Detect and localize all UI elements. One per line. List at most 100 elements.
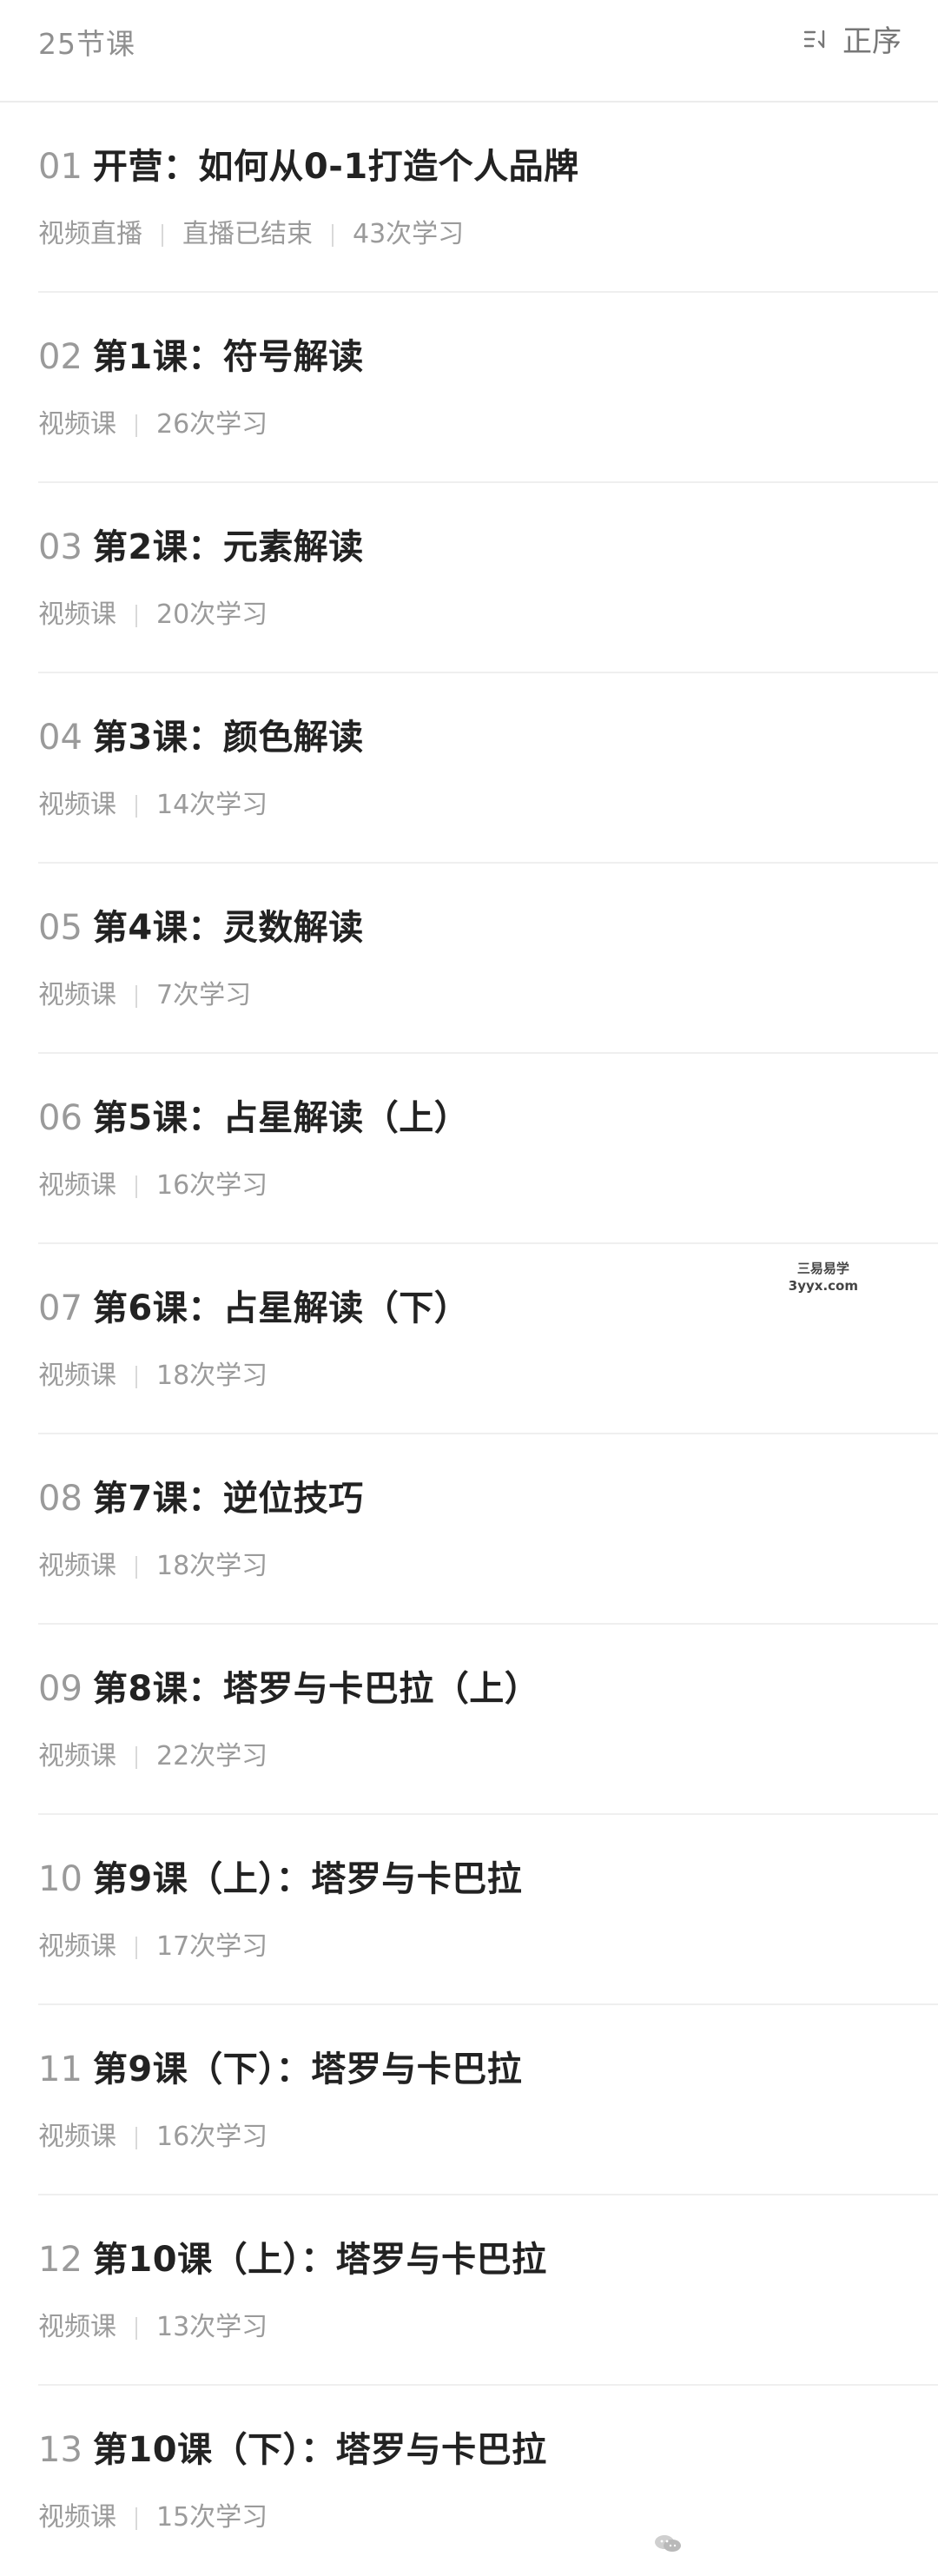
lesson-type: 视频课 bbox=[38, 1551, 116, 1581]
meta-divider bbox=[135, 1555, 137, 1579]
meta-divider bbox=[135, 2506, 137, 2530]
lesson-title-row: 12 第10课（上）：塔罗与卡巴拉 bbox=[38, 2241, 900, 2279]
sort-icon bbox=[803, 28, 832, 50]
lesson-type: 视频课 bbox=[38, 1170, 116, 1201]
lesson-meta: 视频课 17次学习 bbox=[38, 1931, 900, 1963]
lesson-item[interactable]: 02 第1课：符号解读 视频课 26次学习 bbox=[0, 293, 938, 483]
lesson-number: 08 bbox=[38, 1479, 83, 1519]
meta-divider bbox=[135, 1175, 137, 1198]
lesson-type: 视频课 bbox=[38, 2502, 116, 2533]
lesson-title: 第10课（下）：塔罗与卡巴拉 bbox=[92, 2430, 547, 2470]
lesson-meta: 视频课 15次学习 bbox=[38, 2502, 900, 2533]
lesson-item[interactable]: 05 第4课：灵数解读 视频课 7次学习 bbox=[0, 864, 938, 1054]
lesson-title: 第5课：占星解读（上） bbox=[92, 1098, 470, 1138]
lesson-type: 视频课 bbox=[38, 599, 116, 630]
lesson-meta: 视频课 18次学习 bbox=[38, 1361, 900, 1392]
watermark-line-2: 3yyx.com bbox=[788, 1278, 858, 1294]
lesson-title: 第7课：逆位技巧 bbox=[92, 1479, 364, 1519]
lesson-title-row: 03 第2课：元素解读 bbox=[38, 528, 900, 566]
lesson-title-row: 06 第5课：占星解读（上） bbox=[38, 1099, 900, 1137]
meta-divider bbox=[135, 2316, 137, 2340]
lesson-number: 03 bbox=[38, 527, 83, 567]
lesson-meta: 视频课 14次学习 bbox=[38, 790, 900, 821]
sort-label: 正序 bbox=[842, 24, 902, 59]
lesson-item[interactable]: 03 第2课：元素解读 视频课 20次学习 bbox=[0, 483, 938, 673]
lesson-title: 第3课：颜色解读 bbox=[92, 718, 364, 758]
lesson-title: 开营：如何从0-1打造个人品牌 bbox=[92, 147, 579, 187]
lesson-item[interactable]: 04 第3课：颜色解读 视频课 14次学习 bbox=[0, 673, 938, 864]
meta-divider bbox=[135, 794, 137, 818]
lesson-study-count: 43次学习 bbox=[353, 219, 465, 249]
lesson-title-row: 10 第9课（上）：塔罗与卡巴拉 bbox=[38, 1860, 900, 1898]
lesson-item[interactable]: 08 第7课：逆位技巧 视频课 18次学习 bbox=[0, 1434, 938, 1625]
meta-divider bbox=[135, 414, 137, 437]
lesson-item[interactable]: 06 第5课：占星解读（上） 视频课 16次学习 bbox=[0, 1054, 938, 1244]
lesson-type: 视频课 bbox=[38, 1361, 116, 1391]
lesson-item[interactable]: 13 第10课（下）：塔罗与卡巴拉 视频课 15次学习 bbox=[0, 2386, 938, 2576]
lesson-type: 视频课 bbox=[38, 1931, 116, 1962]
lesson-meta: 视频课 26次学习 bbox=[38, 409, 900, 440]
lesson-title-row: 07 第6课：占星解读（下） bbox=[38, 1289, 900, 1328]
lesson-number: 10 bbox=[38, 1859, 83, 1899]
lesson-meta: 视频课 22次学习 bbox=[38, 1741, 900, 1772]
lesson-type: 视频课 bbox=[38, 790, 116, 820]
lesson-study-count: 15次学习 bbox=[156, 2502, 268, 2533]
lesson-number: 12 bbox=[38, 2240, 83, 2280]
lesson-type: 视频直播 bbox=[38, 219, 142, 249]
meta-divider bbox=[135, 2126, 137, 2149]
lesson-count: 25节课 bbox=[38, 27, 135, 61]
lesson-study-count: 16次学习 bbox=[156, 1170, 268, 1201]
meta-divider bbox=[135, 1365, 137, 1388]
list-header: 25节课 正序 bbox=[0, 0, 938, 103]
lesson-number: 06 bbox=[38, 1098, 83, 1138]
lesson-title: 第2课：元素解读 bbox=[92, 527, 364, 567]
lesson-title: 第9课（上）：塔罗与卡巴拉 bbox=[92, 1859, 523, 1899]
lesson-item[interactable]: 09 第8课：塔罗与卡巴拉（上） 视频课 22次学习 bbox=[0, 1625, 938, 1815]
lesson-meta: 视频课 7次学习 bbox=[38, 980, 900, 1011]
meta-divider bbox=[135, 1745, 137, 1769]
lesson-number: 01 bbox=[38, 147, 83, 187]
lesson-type: 视频课 bbox=[38, 2122, 116, 2152]
lesson-item[interactable]: 01 开营：如何从0-1打造个人品牌 视频直播 直播已结束 43次学习 bbox=[0, 103, 938, 293]
lesson-meta: 视频课 16次学习 bbox=[38, 1170, 900, 1202]
lesson-type: 视频课 bbox=[38, 2312, 116, 2342]
lesson-meta: 视频课 18次学习 bbox=[38, 1551, 900, 1582]
lesson-item[interactable]: 11 第9课（下）：塔罗与卡巴拉 视频课 16次学习 bbox=[0, 2005, 938, 2195]
lesson-meta: 视频直播 直播已结束 43次学习 bbox=[38, 219, 900, 250]
lesson-study-count: 20次学习 bbox=[156, 599, 268, 630]
meta-divider bbox=[135, 604, 137, 627]
lesson-title-row: 11 第9课（下）：塔罗与卡巴拉 bbox=[38, 2050, 900, 2089]
lesson-title-row: 08 第7课：逆位技巧 bbox=[38, 1480, 900, 1518]
lesson-number: 04 bbox=[38, 718, 83, 758]
lesson-study-count: 7次学习 bbox=[156, 980, 252, 1010]
lesson-title: 第10课（上）：塔罗与卡巴拉 bbox=[92, 2240, 547, 2280]
lesson-type: 视频课 bbox=[38, 1741, 116, 1771]
lesson-type: 视频课 bbox=[38, 980, 116, 1010]
lesson-item[interactable]: 10 第9课（上）：塔罗与卡巴拉 视频课 17次学习 bbox=[0, 1815, 938, 2005]
chat-icon bbox=[653, 2533, 683, 2555]
lesson-meta: 视频课 16次学习 bbox=[38, 2122, 900, 2153]
lesson-title-row: 02 第1课：符号解读 bbox=[38, 338, 900, 376]
lesson-study-count: 17次学习 bbox=[156, 1931, 268, 1962]
lesson-type: 视频课 bbox=[38, 409, 116, 440]
lesson-title-row: 13 第10课（下）：塔罗与卡巴拉 bbox=[38, 2431, 900, 2469]
lesson-meta: 视频课 13次学习 bbox=[38, 2312, 900, 2343]
lesson-meta: 视频课 20次学习 bbox=[38, 599, 900, 631]
lesson-title-row: 05 第4课：灵数解读 bbox=[38, 909, 900, 947]
lesson-title-row: 09 第8课：塔罗与卡巴拉（上） bbox=[38, 1670, 900, 1708]
lesson-study-count: 18次学习 bbox=[156, 1551, 268, 1581]
sort-toggle-button[interactable]: 正序 bbox=[803, 17, 902, 60]
lesson-title: 第9课（下）：塔罗与卡巴拉 bbox=[92, 2050, 523, 2089]
lesson-number: 02 bbox=[38, 337, 83, 377]
lesson-title-row: 04 第3课：颜色解读 bbox=[38, 718, 900, 757]
watermark: 三易易学 3yyx.com bbox=[789, 1260, 858, 1295]
lesson-list: 01 开营：如何从0-1打造个人品牌 视频直播 直播已结束 43次学习 02 第1课：符… bbox=[0, 103, 938, 2576]
meta-divider bbox=[135, 1936, 137, 1959]
meta-divider bbox=[135, 984, 137, 1008]
lesson-title: 第8课：塔罗与卡巴拉（上） bbox=[92, 1669, 540, 1709]
lesson-title: 第1课：符号解读 bbox=[92, 337, 364, 377]
lesson-status: 直播已结束 bbox=[182, 219, 313, 249]
lesson-study-count: 26次学习 bbox=[156, 409, 268, 440]
lesson-title: 第6课：占星解读（下） bbox=[92, 1288, 470, 1328]
lesson-item[interactable]: 12 第10课（上）：塔罗与卡巴拉 视频课 13次学习 bbox=[0, 2195, 938, 2386]
